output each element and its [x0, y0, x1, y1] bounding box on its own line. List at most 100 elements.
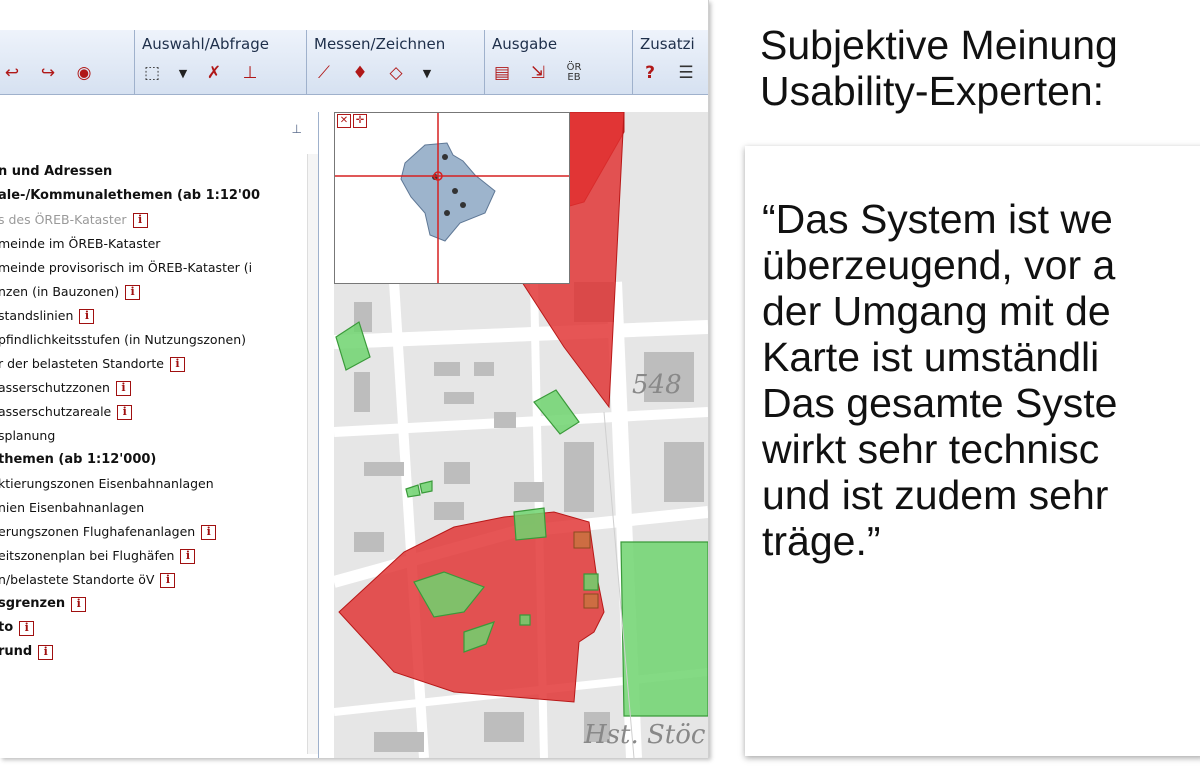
dropdown-arrow-icon[interactable]: ▼: [420, 61, 434, 85]
layer-item[interactable]: eitszonenplan bei Flughäfen i: [0, 544, 260, 568]
toolbar-group-messen: Messen/Zeichnen ⟋ ♦ ◇ ▼: [306, 30, 485, 94]
layer-item[interactable]: ktierungszonen Eisenbahnanlagen: [0, 472, 260, 496]
toolbar-group-zusatz: Zusatzi ? ☰: [632, 30, 708, 94]
info-icon[interactable]: i: [19, 620, 35, 636]
layer-label: eitszonenplan bei Flughäfen: [0, 548, 175, 563]
layer-label: nzen (in Bauzonen): [0, 284, 120, 299]
info-icon[interactable]: i: [132, 212, 148, 228]
quote-line: Karte ist umständli: [762, 334, 1100, 380]
layer-label: s des ÖREB-Kataster: [0, 212, 127, 227]
layer-label: sgrenzen: [0, 596, 66, 611]
layer-item[interactable]: n/belastete Standorte öV i: [0, 568, 260, 592]
layer-panel: ⊥ n und Adressen ale-/Kommunalethemen (ab…: [0, 112, 319, 758]
toolbar-group-ausgabe: Ausgabe ▤ ⇲ ÖR EB: [484, 30, 633, 94]
layer-item[interactable]: asserschutzareale i: [0, 400, 260, 424]
slide-heading-line: Usability-Experten:: [760, 68, 1105, 114]
layer-item[interactable]: meinde provisorisch im ÖREB-Kataster (i: [0, 256, 260, 280]
select-rectangle-icon[interactable]: ⬚: [140, 61, 164, 85]
layer-label: meinde im ÖREB-Kataster: [0, 236, 161, 251]
info-icon[interactable]: i: [79, 308, 95, 324]
layer-list: n und Adressen ale-/Kommunalethemen (ab 1…: [0, 160, 260, 664]
undo-icon[interactable]: ↩: [0, 61, 24, 85]
slide-heading: Subjektive Meinung Usability-Experten:: [760, 22, 1118, 114]
info-icon[interactable]: i: [38, 644, 54, 660]
quote-line: der Umgang mit de: [762, 288, 1111, 334]
layer-label: splanung: [0, 428, 56, 443]
draw-polygon-icon[interactable]: ◇: [384, 61, 408, 85]
help-icon[interactable]: ?: [638, 61, 662, 85]
overview-map[interactable]: ✕ ✛: [334, 112, 570, 284]
info-icon[interactable]: i: [169, 356, 185, 372]
layer-item[interactable]: n und Adressen: [0, 160, 260, 184]
marker-pin-icon[interactable]: ♦: [348, 61, 372, 85]
print-icon[interactable]: ▤: [490, 61, 514, 85]
measure-icon[interactable]: ⟋: [312, 61, 336, 85]
toolbar-group-title: Messen/Zeichnen: [314, 35, 446, 53]
info-icon[interactable]: i: [117, 404, 133, 420]
layer-label: n/belastete Standorte öV: [0, 572, 155, 587]
toolbar-group-title: Auswahl/Abfrage: [142, 35, 269, 53]
slide-heading-line: Subjektive Meinung: [760, 22, 1118, 68]
layer-label: ktierungszonen Eisenbahnanlagen: [0, 476, 214, 491]
layer-item[interactable]: erungszonen Flughafenanlagen i: [0, 520, 260, 544]
layer-label: meinde provisorisch im ÖREB-Kataster (i: [0, 260, 253, 275]
quote-line: und ist zudem sehr: [762, 472, 1109, 518]
info-icon[interactable]: i: [180, 548, 196, 564]
globe-icon[interactable]: ◉: [72, 61, 96, 85]
toolbar: ↩ ↪ ◉ Auswahl/Abfrage ⬚ ▼ ✗ ⊥ Messen/Zei…: [0, 30, 708, 95]
layer-item[interactable]: ale-/Kommunalethemen (ab 1:12'00: [0, 184, 260, 208]
export-icon[interactable]: ⇲: [526, 61, 550, 85]
info-icon[interactable]: i: [201, 524, 217, 540]
layer-item[interactable]: rund i: [0, 640, 260, 664]
station-label: Hst. Stöc: [584, 720, 706, 750]
layer-item[interactable]: sgrenzen i: [0, 592, 260, 616]
info-icon[interactable]: i: [125, 284, 141, 300]
toolbar-group-title: Zusatzi: [640, 35, 695, 53]
quote-line: träge.”: [762, 518, 881, 564]
layer-label: asserschutzzonen: [0, 380, 110, 395]
redo-icon[interactable]: ↪: [36, 61, 60, 85]
layer-label: themen (ab 1:12'000): [0, 452, 157, 467]
layer-item[interactable]: nzen (in Bauzonen) i: [0, 280, 260, 304]
layer-label: rund: [0, 644, 33, 659]
layer-item[interactable]: toi: [0, 616, 260, 640]
quote-line: “Das System ist we: [762, 196, 1113, 242]
query-icon[interactable]: ⊥: [238, 61, 262, 85]
quote-line: Das gesamte Syste: [762, 380, 1118, 426]
layer-item[interactable]: nien Eisenbahnanlagen: [0, 496, 260, 520]
layer-label: nien Eisenbahnanlagen: [0, 500, 145, 515]
pin-icon[interactable]: ⊥: [292, 122, 302, 136]
info-icon[interactable]: i: [115, 380, 131, 396]
layer-label: to: [0, 620, 14, 635]
quote-line: überzeugend, vor a: [762, 242, 1116, 288]
layer-item[interactable]: meinde im ÖREB-Kataster: [0, 232, 260, 256]
dropdown-arrow-icon[interactable]: ▼: [176, 61, 190, 85]
info-icon[interactable]: i: [71, 596, 87, 612]
layer-label: ale-/Kommunalethemen (ab 1:12'00: [0, 188, 260, 203]
clear-selection-icon[interactable]: ✗: [202, 61, 226, 85]
toolbar-group-title: Ausgabe: [492, 35, 558, 53]
layer-label: n und Adressen: [0, 164, 113, 179]
list-icon[interactable]: ☰: [674, 61, 698, 85]
layer-item[interactable]: s des ÖREB-Kataster i: [0, 208, 260, 232]
layer-label: erungszonen Flughafenanlagen: [0, 524, 196, 539]
layer-item[interactable]: r der belasteten Standorte i: [0, 352, 260, 376]
map-view[interactable]: 548 Hst. Stöc ✕ ✛: [334, 112, 708, 758]
toolbar-group-auswahl: Auswahl/Abfrage ⬚ ▼ ✗ ⊥: [134, 30, 307, 94]
overview-canvas[interactable]: [335, 113, 569, 283]
scrollbar[interactable]: [307, 154, 318, 754]
layer-item[interactable]: themen (ab 1:12'000): [0, 448, 260, 472]
layer-label: pfindlichkeitsstufen (in Nutzungszonen): [0, 332, 246, 347]
layer-item[interactable]: asserschutzzonen i: [0, 376, 260, 400]
layer-item[interactable]: splanung: [0, 424, 260, 448]
gis-screenshot: ↩ ↪ ◉ Auswahl/Abfrage ⬚ ▼ ✗ ⊥ Messen/Zei…: [0, 0, 709, 758]
quote-line: wirkt sehr technisc: [762, 426, 1100, 472]
layer-item[interactable]: pfindlichkeitsstufen (in Nutzungszonen): [0, 328, 260, 352]
toolbar-group-navigation: ↩ ↪ ◉: [0, 30, 135, 94]
oereb-icon[interactable]: ÖR EB: [562, 61, 586, 85]
layer-label: r der belasteten Standorte: [0, 356, 164, 371]
layer-item[interactable]: standslinien i: [0, 304, 260, 328]
elevation-label: 548: [632, 370, 682, 400]
expert-quote: “Das System ist we überzeugend, vor a der …: [762, 196, 1118, 564]
info-icon[interactable]: i: [160, 572, 176, 588]
